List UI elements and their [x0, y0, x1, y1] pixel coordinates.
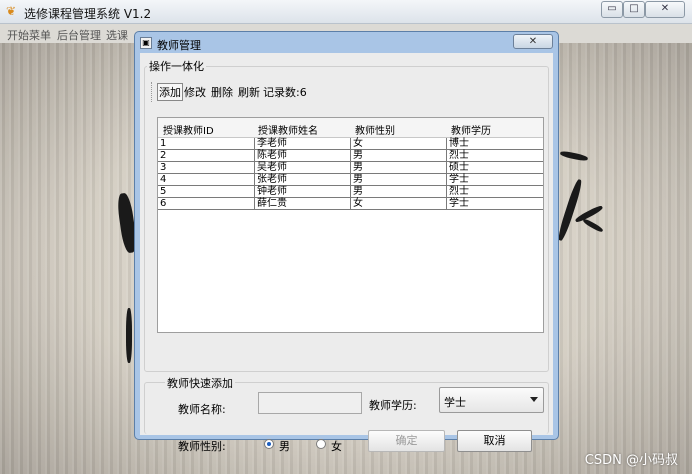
chevron-down-icon	[530, 397, 538, 402]
refresh-button[interactable]: 刷新	[237, 84, 261, 100]
gender-male-label[interactable]: 男	[279, 438, 290, 454]
table-row[interactable]: 3 吴老师男硕士	[158, 162, 543, 174]
table-cell[interactable]: 学士	[446, 174, 543, 186]
dialog-titlebar[interactable]: ▣ 教师管理 ✕	[135, 32, 558, 52]
table-cell[interactable]: 男	[350, 174, 446, 186]
table-cell[interactable]: 女	[350, 198, 446, 210]
calligraphy-stroke	[559, 150, 589, 162]
teacher-education-label: 教师学历:	[369, 399, 417, 412]
dialog-title: 教师管理	[157, 39, 201, 52]
menu-backend[interactable]: 后台管理	[57, 27, 101, 43]
plant-icon: ❦	[6, 4, 17, 18]
teacher-name-input[interactable]	[258, 392, 362, 414]
column-header-name[interactable]: 授课教师姓名	[258, 122, 318, 137]
cancel-button[interactable]: 取消	[457, 430, 532, 452]
dialog-body: 操作一体化 添加 修改 删除 刷新 记录数:6 授课教师ID 授课教师姓名 教师…	[140, 53, 553, 453]
maximize-button[interactable]: □	[623, 1, 645, 18]
toolbar-grip[interactable]	[151, 82, 154, 102]
table-cell[interactable]: 烈士	[446, 150, 543, 162]
table-row[interactable]: 4 张老师男学士	[158, 174, 543, 186]
maximize-icon: □	[629, 3, 639, 14]
minimize-icon: ▭	[607, 3, 617, 14]
table-row[interactable]: 5 钟老师男烈士	[158, 186, 543, 198]
calligraphy-stroke	[582, 217, 604, 234]
teacher-management-dialog: ▣ 教师管理 ✕ 操作一体化 添加 修改 删除 刷新 记录数:6 授课教师ID …	[134, 31, 559, 453]
table-cell[interactable]: 男	[350, 162, 446, 174]
quick-add-group-title: 教师快速添加	[165, 375, 235, 391]
education-select[interactable]: 学士	[439, 387, 544, 413]
table-cell[interactable]: 2	[158, 150, 254, 162]
calligraphy-stroke	[126, 308, 132, 363]
edit-button[interactable]: 修改	[183, 84, 207, 100]
menu-course[interactable]: 选课	[106, 27, 128, 43]
gender-radio-female[interactable]	[316, 439, 326, 449]
window-title: 选修课程管理系统 V1.2	[24, 7, 152, 21]
table-cell[interactable]: 博士	[446, 138, 543, 150]
watermark: CSDN @小码叔	[584, 453, 678, 468]
education-select-value: 学士	[444, 396, 466, 409]
gender-female-label[interactable]: 女	[331, 438, 342, 454]
table-cell[interactable]: 4	[158, 174, 254, 186]
table-cell[interactable]: 张老师	[254, 174, 350, 186]
table-row[interactable]: 1 李老师女博士	[158, 138, 543, 150]
gender-radio-male[interactable]	[264, 439, 274, 449]
minimize-button[interactable]: ▭	[601, 1, 623, 18]
table-row[interactable]: 6 薛仁贵女学士	[158, 198, 543, 210]
operations-group-title: 操作一体化	[147, 58, 206, 74]
menu-start[interactable]: 开始菜单	[7, 27, 51, 43]
table-cell[interactable]: 吴老师	[254, 162, 350, 174]
record-count-label: 记录数:6	[263, 86, 307, 99]
table-cell[interactable]: 薛仁贵	[254, 198, 350, 210]
calligraphy-stroke	[556, 178, 584, 242]
table-row[interactable]: 2 陈老师男烈士	[158, 150, 543, 162]
close-button[interactable]: ✕	[645, 1, 685, 18]
column-header-education[interactable]: 教师学历	[451, 122, 491, 137]
table-cell[interactable]: 硕士	[446, 162, 543, 174]
table-cell[interactable]: 学士	[446, 198, 543, 210]
table-cell[interactable]: 1	[158, 138, 254, 150]
teacher-table[interactable]: 授课教师ID 授课教师姓名 教师性别 教师学历 1 李老师女博士 2 陈老师男烈士 3 吴…	[157, 117, 544, 333]
teacher-gender-label: 教师性别:	[178, 440, 226, 453]
table-cell[interactable]: 女	[350, 138, 446, 150]
table-cell[interactable]: 钟老师	[254, 186, 350, 198]
teacher-name-label: 教师名称:	[178, 403, 226, 416]
table-cell[interactable]: 5	[158, 186, 254, 198]
close-icon: ✕	[528, 36, 538, 47]
table-header: 授课教师ID 授课教师姓名 教师性别 教师学历	[158, 118, 543, 138]
column-header-gender[interactable]: 教师性别	[355, 122, 395, 137]
table-cell[interactable]: 3	[158, 162, 254, 174]
add-button[interactable]: 添加	[157, 83, 183, 101]
delete-button[interactable]: 删除	[210, 84, 234, 100]
table-cell[interactable]: 男	[350, 150, 446, 162]
table-cell[interactable]: 陈老师	[254, 150, 350, 162]
main-titlebar: ❦ 选修课程管理系统 V1.2 ▭ □ ✕	[0, 0, 692, 24]
table-cell[interactable]: 烈士	[446, 186, 543, 198]
dialog-close-button[interactable]: ✕	[513, 34, 553, 49]
column-header-id[interactable]: 授课教师ID	[163, 122, 214, 137]
close-icon: ✕	[660, 3, 670, 14]
table-cell[interactable]: 6	[158, 198, 254, 210]
table-cell[interactable]: 李老师	[254, 138, 350, 150]
window-icon: ▣	[140, 37, 152, 49]
table-cell[interactable]: 男	[350, 186, 446, 198]
confirm-button[interactable]: 确定	[368, 430, 445, 452]
